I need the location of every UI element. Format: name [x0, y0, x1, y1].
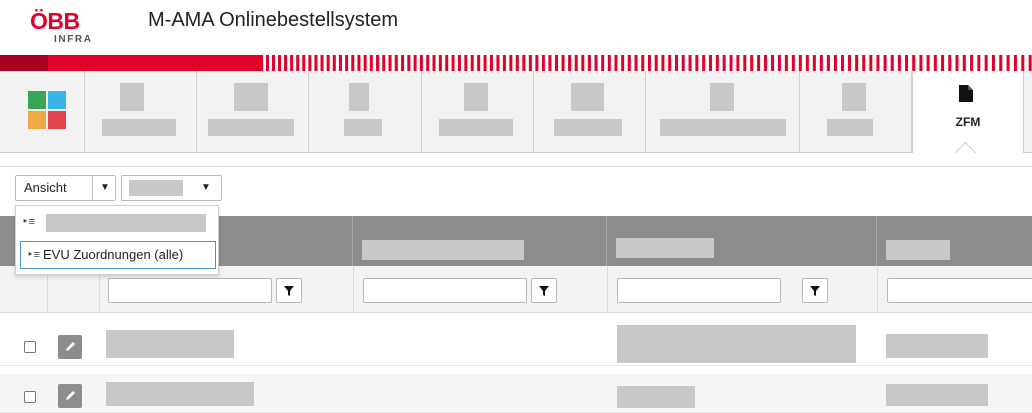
- chevron-down-icon: ▼: [201, 182, 211, 193]
- list-view-icon: ‣≡: [22, 216, 35, 228]
- filter-icon: [810, 286, 820, 296]
- redacted-cell: [617, 386, 695, 408]
- view-select-label: Ansicht: [24, 180, 67, 195]
- redacted-cell: [886, 334, 988, 358]
- logo-subtext: INFRA: [54, 34, 93, 45]
- nav-tab-1[interactable]: [85, 71, 197, 152]
- redacted-value: [129, 180, 183, 196]
- view-dropdown-menu: ‣≡ ‣≡ EVU Zuordnungen (alle): [15, 205, 219, 275]
- nav-tab-3[interactable]: [309, 71, 422, 152]
- filter-input-col3[interactable]: [617, 278, 781, 303]
- filter-input-col2[interactable]: [363, 278, 527, 303]
- col-header-2[interactable]: [353, 216, 607, 266]
- obb-infra-logo[interactable]: ÖBB INFRA: [30, 8, 110, 48]
- redacted-cell: [106, 382, 254, 406]
- row-checkbox[interactable]: [24, 341, 36, 353]
- logo-text: ÖBB: [30, 8, 80, 34]
- chevron-down-icon: ▼: [92, 176, 117, 200]
- nav-tab-5[interactable]: [534, 71, 646, 152]
- module-navbar: ZFM: [0, 71, 1032, 153]
- nav-tab-zfm[interactable]: ZFM: [912, 71, 1024, 153]
- nav-tab-6[interactable]: [646, 71, 800, 152]
- nav-tab-2[interactable]: [197, 71, 309, 152]
- redacted-cell: [886, 384, 988, 406]
- tab-label-zfm: ZFM: [955, 115, 981, 129]
- filter-button-col1[interactable]: [276, 278, 302, 303]
- filter-input-col1[interactable]: [108, 278, 272, 303]
- dropdown-item-label: EVU Zuordnungen (alle): [43, 247, 184, 262]
- nav-tab-4[interactable]: [422, 71, 534, 152]
- app-header: ÖBB INFRA M-AMA Onlinebestellsystem: [0, 0, 1032, 52]
- brand-stripe: [0, 55, 1032, 71]
- nav-tab-home[interactable]: [0, 71, 85, 152]
- edit-button[interactable]: [58, 335, 82, 359]
- nav-tab-7[interactable]: [800, 71, 912, 152]
- pencil-icon: [66, 342, 75, 351]
- list-view-icon: ‣≡: [27, 249, 40, 261]
- app-title: M-AMA Onlinebestellsystem: [148, 9, 399, 31]
- dropdown-item-evu[interactable]: ‣≡ EVU Zuordnungen (alle): [20, 241, 216, 269]
- dropdown-item[interactable]: ‣≡: [16, 209, 218, 237]
- redacted-cell: [106, 330, 234, 358]
- filter-button-col2[interactable]: [531, 278, 557, 303]
- view-select[interactable]: Ansicht ▼: [15, 175, 116, 201]
- table-row[interactable]: [0, 374, 1032, 413]
- document-icon: [959, 85, 973, 102]
- filter-input-col4[interactable]: [887, 278, 1032, 303]
- edit-button[interactable]: [58, 384, 82, 408]
- col-header-4[interactable]: [877, 216, 1032, 266]
- filter-button-col3[interactable]: [802, 278, 828, 303]
- col-header-3[interactable]: [607, 216, 877, 266]
- filter-icon: [539, 286, 549, 296]
- row-checkbox[interactable]: [24, 391, 36, 403]
- pencil-icon: [66, 391, 75, 400]
- app-grid-icon: [28, 91, 66, 129]
- table-row[interactable]: [0, 325, 1032, 366]
- filter-select[interactable]: ▼: [121, 175, 222, 201]
- redacted-label: [46, 214, 206, 232]
- filter-icon: [284, 286, 294, 296]
- redacted-cell: [617, 325, 856, 363]
